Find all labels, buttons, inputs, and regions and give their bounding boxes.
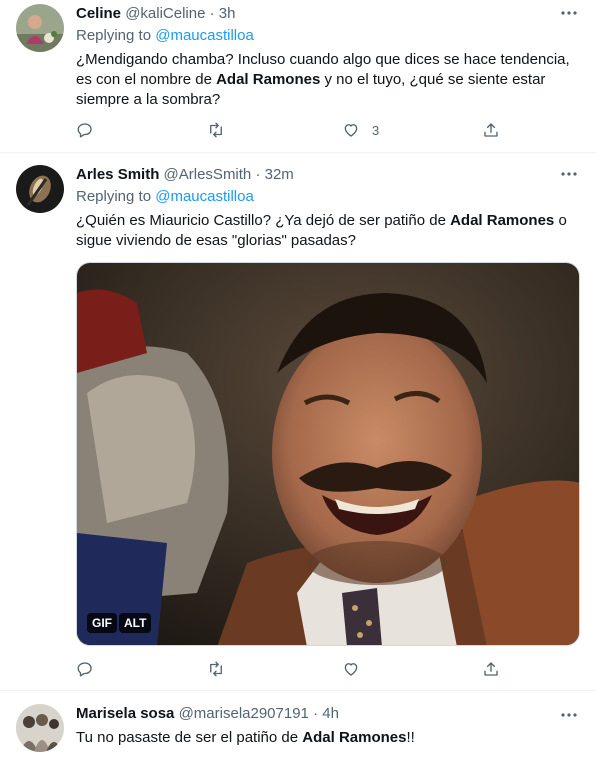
replying-prefix: Replying to — [76, 188, 152, 205]
timestamp[interactable]: 32m — [265, 166, 294, 183]
avatar[interactable] — [16, 165, 64, 213]
mention-bold: Adal Ramones — [216, 71, 321, 88]
more-icon[interactable] — [560, 165, 578, 183]
tweet-header: Marisela sosa @marisela2907191 · 4h — [76, 704, 582, 724]
separator-dot: · — [255, 166, 261, 183]
tweet-text-part: Tu no pasaste de ser el patiño de — [76, 729, 303, 746]
tweet-text-part: !! — [406, 729, 415, 746]
share-button[interactable] — [482, 659, 500, 679]
timestamp[interactable]: 4h — [322, 705, 339, 722]
timestamp[interactable]: 3h — [219, 5, 236, 22]
retweet-icon — [210, 661, 222, 677]
gif-badge: GIF — [87, 613, 117, 633]
tweet-header: Celine @kaliCeline · 3h — [76, 4, 582, 24]
replying-to: Replying to @maucastilloa — [76, 26, 582, 46]
replying-prefix: Replying to — [76, 27, 152, 44]
separator-dot: · — [209, 5, 215, 22]
author-handle[interactable]: @kaliCeline — [125, 5, 205, 22]
tweet-arles-smith[interactable]: Arles Smith @ArlesSmith · 32m Replying t… — [0, 153, 596, 691]
avatar[interactable] — [16, 4, 64, 52]
gif-media[interactable]: GIF ALT — [76, 262, 580, 646]
retweet-icon — [210, 122, 222, 138]
share-icon — [484, 662, 498, 676]
tweet-text-part: ¿Quién es Miauricio Castillo? ¿Ya dejó d… — [76, 212, 451, 229]
author-name[interactable]: Marisela sosa — [76, 705, 174, 722]
reply-icon — [77, 123, 92, 138]
share-icon — [484, 123, 498, 137]
retweet-button[interactable] — [207, 120, 225, 140]
tweet-actions: 3 — [76, 120, 498, 140]
replying-to-link[interactable]: @maucastilloa — [155, 27, 254, 44]
author-name[interactable]: Celine — [76, 5, 121, 22]
reply-icon — [77, 662, 92, 677]
more-icon[interactable] — [560, 706, 578, 724]
tweet-actions — [76, 659, 498, 679]
alt-badge[interactable]: ALT — [119, 613, 152, 633]
tweet-celine[interactable]: Celine @kaliCeline · 3h Replying to @mau… — [0, 0, 596, 153]
like-icon — [344, 663, 358, 676]
replying-to-link[interactable]: @maucastilloa — [155, 188, 254, 205]
more-icon[interactable] — [560, 4, 578, 22]
tweet-header: Arles Smith @ArlesSmith · 32m — [76, 165, 582, 185]
reply-button[interactable] — [76, 659, 94, 679]
retweet-button[interactable] — [207, 659, 225, 679]
tweet-text: ¿Quién es Miauricio Castillo? ¿Ya dejó d… — [76, 211, 582, 251]
reply-button[interactable] — [76, 120, 94, 140]
like-icon — [344, 124, 358, 137]
separator-dot: · — [313, 705, 319, 722]
replying-to: Replying to @maucastilloa — [76, 187, 582, 207]
tweet-marisela-sosa[interactable]: Marisela sosa @marisela2907191 · 4h Tu n… — [0, 691, 596, 757]
like-button[interactable]: 3 — [342, 120, 379, 140]
author-handle[interactable]: @ArlesSmith — [164, 166, 252, 183]
like-count: 3 — [372, 122, 380, 138]
author-handle[interactable]: @marisela2907191 — [179, 705, 309, 722]
mention-bold: Adal Ramones — [450, 212, 555, 229]
share-button[interactable] — [482, 120, 500, 140]
tweet-text: ¿Mendigando chamba? Incluso cuando algo … — [76, 50, 582, 110]
gif-image — [77, 263, 579, 645]
like-button[interactable] — [342, 659, 360, 679]
tweet-text: Tu no pasaste de ser el patiño de Adal R… — [76, 728, 582, 748]
avatar[interactable] — [16, 704, 64, 752]
author-name[interactable]: Arles Smith — [76, 166, 159, 183]
mention-bold: Adal Ramones — [302, 729, 407, 746]
